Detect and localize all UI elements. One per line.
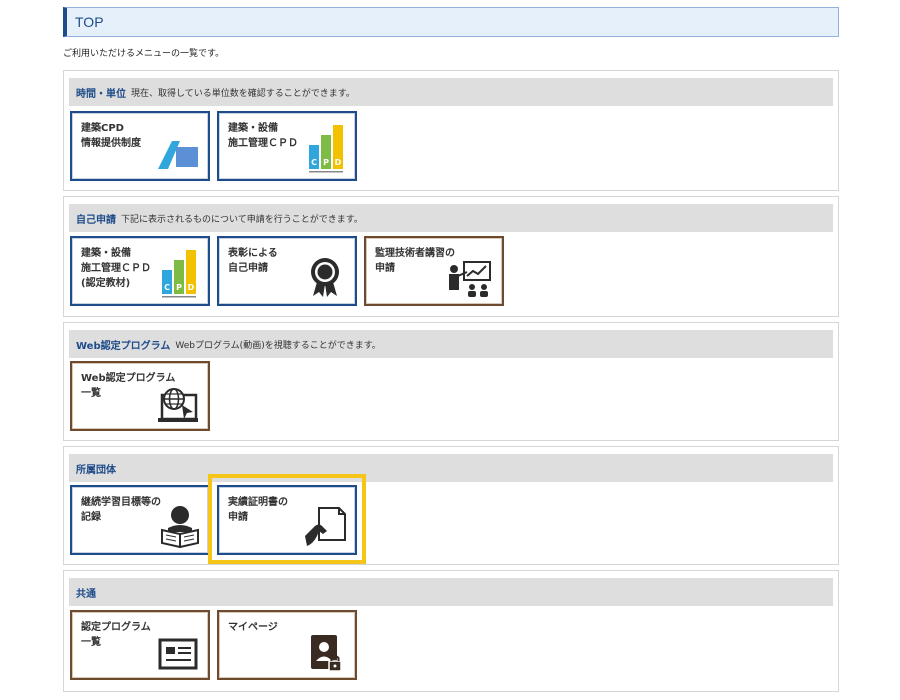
tile-kenchiku-cpd[interactable]: 建築CPD 情報提供制度 [70,111,210,181]
section-header: 時間・単位 現在、取得している単位数を確認することができます。 [69,78,833,106]
cpd-letter-d: D [188,283,195,292]
section-affiliated-organization: 所属団体 継続学習目標等の 記録 実績証明書の 申請 [63,446,839,565]
section-web-program: Web認定プログラム Webプログラム(動画)を視聴することができます。 Web… [63,322,839,441]
tile-supervisor-lecture-application[interactable]: 監理技術者講習の 申請 [364,236,504,306]
tile-certified-program-list[interactable]: 認定プログラム 一覧 [70,610,210,680]
section-title: 時間・単位 [76,88,126,100]
tile-sekou-cpd-materials[interactable]: 建築・設備 施工管理ＣＰＤ (認定教材) C P D [70,236,210,306]
tile-web-program-list[interactable]: Web認定プログラム 一覧 [70,361,210,431]
section-header: 自己申請 下記に表示されるものについて申請を行うことができます。 [69,204,833,232]
kenchiku-cpd-logo-icon [158,141,198,169]
section-credits: 時間・単位 現在、取得している単位数を確認することができます。 建築CPD 情報… [63,70,839,191]
section-self-application: 自己申請 下記に表示されるものについて申請を行うことができます。 建築・設備 施… [63,196,839,317]
section-header: 所属団体 [69,454,833,482]
section-title: 共通 [76,588,96,600]
intro-text: ご利用いただけるメニューの一覧です。 [63,49,225,59]
section-common: 共通 認定プログラム 一覧 マイページ [63,570,839,692]
tile-award-self-application[interactable]: 表彰による 自己申請 [217,236,357,306]
cpd-letter-d: D [335,158,342,167]
section-description: Webプログラム(動画)を視聴することができます。 [175,340,381,351]
lecture-presentation-icon [449,261,491,297]
section-header: 共通 [69,578,833,606]
section-title: 所属団体 [76,464,116,476]
section-title: 自己申請 [76,214,116,226]
cpd-letter-c: C [164,283,170,292]
profile-lock-icon [311,635,342,672]
page-title-bar: TOP [63,7,839,37]
cpd-letter-p: P [176,283,182,292]
section-description: 下記に表示されるものについて申請を行うことができます。 [121,214,363,225]
cpd-letter-p: P [323,158,329,167]
cpd-letter-c: C [311,158,317,167]
page-title: TOP [75,14,104,30]
section-description: 現在、取得している単位数を確認することができます。 [131,88,355,99]
hand-document-icon [305,507,346,546]
sekou-cpd-logo-icon: C P D [162,250,196,298]
tile-sekou-cpd[interactable]: 建築・設備 施工管理ＣＰＤ C P D [217,111,357,181]
tile-learning-goal-record[interactable]: 継続学習目標等の 記録 [70,485,210,555]
award-medal-icon [311,258,339,297]
section-header: Web認定プログラム Webプログラム(動画)を視聴することができます。 [69,330,833,358]
section-title: Web認定プログラム [76,340,171,352]
reading-person-icon [161,506,199,548]
id-card-list-icon [158,638,198,670]
sekou-cpd-logo-icon: C P D [309,125,343,173]
tile-mypage[interactable]: マイページ [217,610,357,680]
web-globe-monitor-icon [158,388,198,422]
tile-certificate-application[interactable]: 実績証明書の 申請 [217,485,357,555]
